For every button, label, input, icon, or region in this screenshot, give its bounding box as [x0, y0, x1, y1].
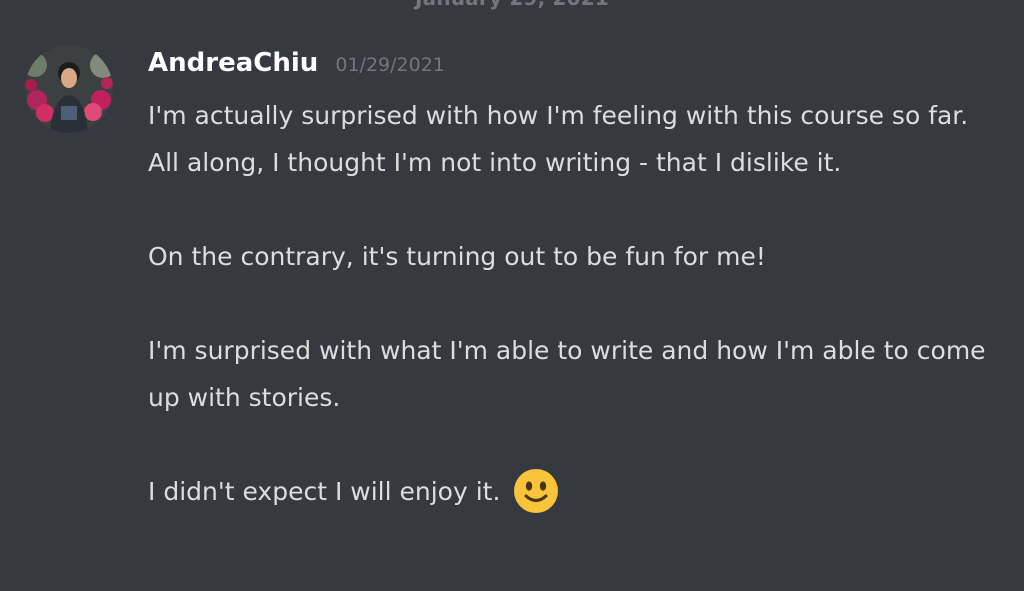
message-header: AndreaChiu 01/29/2021 [148, 48, 445, 78]
chat-message: AndreaChiu 01/29/2021 I'm actually surpr… [0, 0, 1024, 591]
message-paragraph: On the contrary, it's turning out to be … [148, 242, 766, 271]
message-body: I'm actually surprised with how I'm feel… [148, 92, 998, 517]
message-paragraph-text: I didn't expect I will enjoy it. [148, 477, 501, 506]
slightly-smiling-face-icon[interactable] [512, 467, 560, 515]
message-paragraph: I didn't expect I will enjoy it. [148, 468, 998, 517]
message-paragraph: I'm actually surprised with how I'm feel… [148, 101, 969, 177]
user-avatar[interactable] [25, 45, 113, 133]
message-paragraph: I'm surprised with what I'm able to writ… [148, 336, 986, 412]
username[interactable]: AndreaChiu [148, 48, 318, 78]
timestamp: 01/29/2021 [335, 54, 445, 76]
avatar-photo [25, 45, 113, 133]
